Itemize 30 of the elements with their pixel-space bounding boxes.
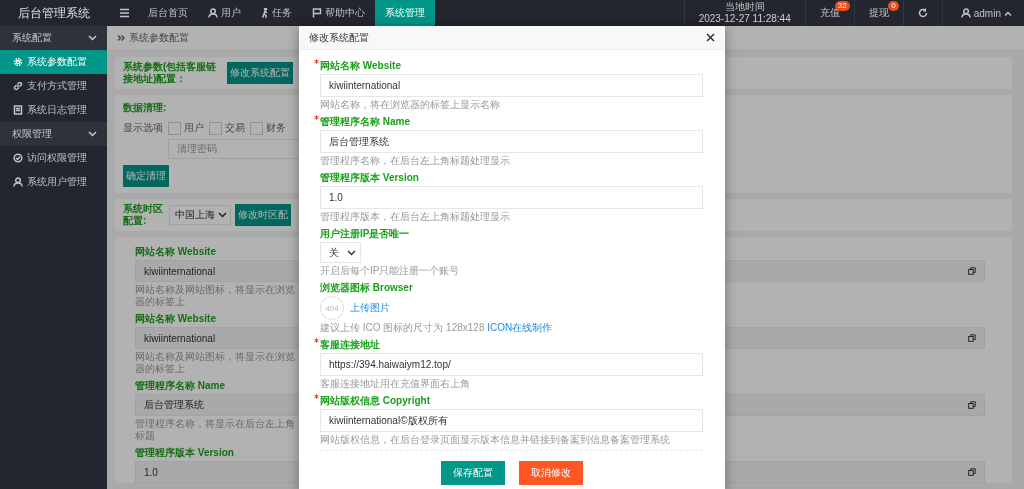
- app-logo-title: 后台管理系统: [16, 4, 91, 22]
- field-hint: 管理程序版本，在后台左上角标题处理显示: [320, 211, 511, 223]
- field-label: 网站版权信息 Copyright: [320, 394, 430, 407]
- field-label: 管理程序名称 Name: [320, 115, 410, 128]
- dialog-title: 修改系统配置: [309, 30, 369, 45]
- field-hint: 网站名称，将在浏览器的标签上显示名称: [320, 99, 501, 111]
- options-label: 显示选项: [123, 121, 163, 135]
- checkbox-label: 用户: [184, 121, 204, 135]
- clock-label: 当地时间: [724, 1, 765, 13]
- checkbox-label: 财务: [266, 121, 286, 135]
- checkbox-label: 交易: [225, 121, 245, 135]
- field-label: 网站名称 Website: [135, 312, 216, 325]
- count-badge: 0: [888, 1, 899, 11]
- field-label: 客服连接地址: [320, 338, 380, 351]
- field-hint: 建议上传 ICO 图标的尺寸为 128x128 ICON在线制作: [320, 322, 554, 334]
- field-hint: 管理程序名称，在后台左上角标题处理显示: [320, 155, 511, 167]
- field-label: 管理程序名称 Name: [135, 379, 225, 392]
- field-label: 浏览器图标 Browser: [320, 281, 413, 294]
- clock-time: 2023-12-27 11:28:44: [698, 13, 791, 25]
- field-label: 用户注册IP是否唯一: [320, 227, 410, 240]
- field-label: 管理程序版本 Version: [135, 446, 234, 459]
- field-hint: 网站版权信息，在后台登录页面显示版本信息并链接到备案到信息备案管理系统: [320, 434, 671, 446]
- section-label: 系统时区配置:: [123, 203, 164, 227]
- field-label: 管理程序版本 Version: [320, 171, 419, 184]
- section-label: 系统参数(包括客服链接地址)配置：: [123, 61, 218, 85]
- field-label: 网站名称 Website: [135, 245, 216, 258]
- section-title: 数据清理:: [123, 101, 167, 115]
- field-hint: 客服连接地址用在充值界面右上角: [320, 378, 471, 390]
- placeholder-text: 404: [325, 303, 339, 313]
- field-label: 网站名称 Website: [320, 59, 401, 72]
